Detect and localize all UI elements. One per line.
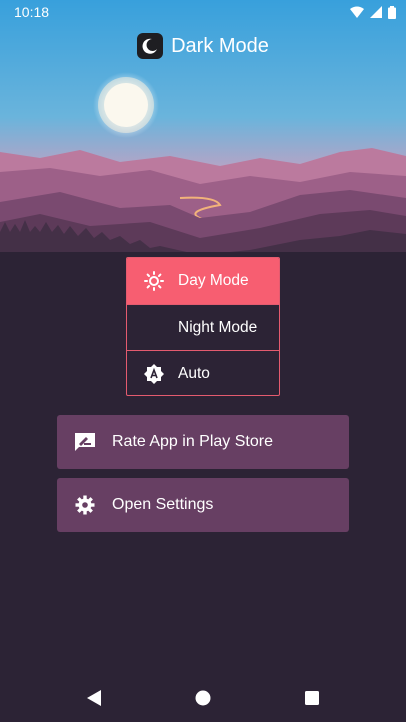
open-settings-label: Open Settings [112, 496, 214, 513]
auto-brightness-icon [143, 363, 165, 385]
app-header: Dark Mode [0, 33, 406, 59]
app-title: Dark Mode [171, 34, 269, 57]
night-mode-label: Night Mode [178, 318, 258, 336]
open-settings-button[interactable]: Open Settings [57, 478, 349, 532]
auto-mode-label: Auto [178, 364, 210, 382]
wifi-icon [350, 6, 364, 18]
status-time: 10:18 [14, 4, 50, 20]
gear-icon [73, 493, 97, 517]
battery-icon [388, 5, 396, 19]
back-icon[interactable] [74, 678, 114, 718]
moon-icon [137, 33, 164, 59]
sun-icon [143, 270, 165, 292]
status-icons [350, 5, 396, 19]
moon-icon [143, 317, 165, 339]
recents-icon[interactable] [292, 678, 332, 718]
navigation-bar [0, 674, 406, 722]
rate-review-icon [73, 430, 97, 454]
home-icon[interactable] [183, 678, 223, 718]
cellular-icon [370, 6, 382, 18]
day-mode-label: Day Mode [178, 272, 249, 289]
status-bar: 10:18 [0, 0, 406, 24]
theme-mode-selector: Day Mode Night Mode Auto [126, 257, 280, 396]
day-mode-option[interactable]: Day Mode [127, 258, 279, 304]
rate-app-button[interactable]: Rate App in Play Store [57, 415, 349, 469]
auto-mode-option[interactable]: Auto [127, 350, 279, 395]
night-mode-option[interactable]: Night Mode [127, 304, 279, 350]
rate-app-label: Rate App in Play Store [112, 433, 273, 450]
sun-illustration [93, 72, 159, 138]
